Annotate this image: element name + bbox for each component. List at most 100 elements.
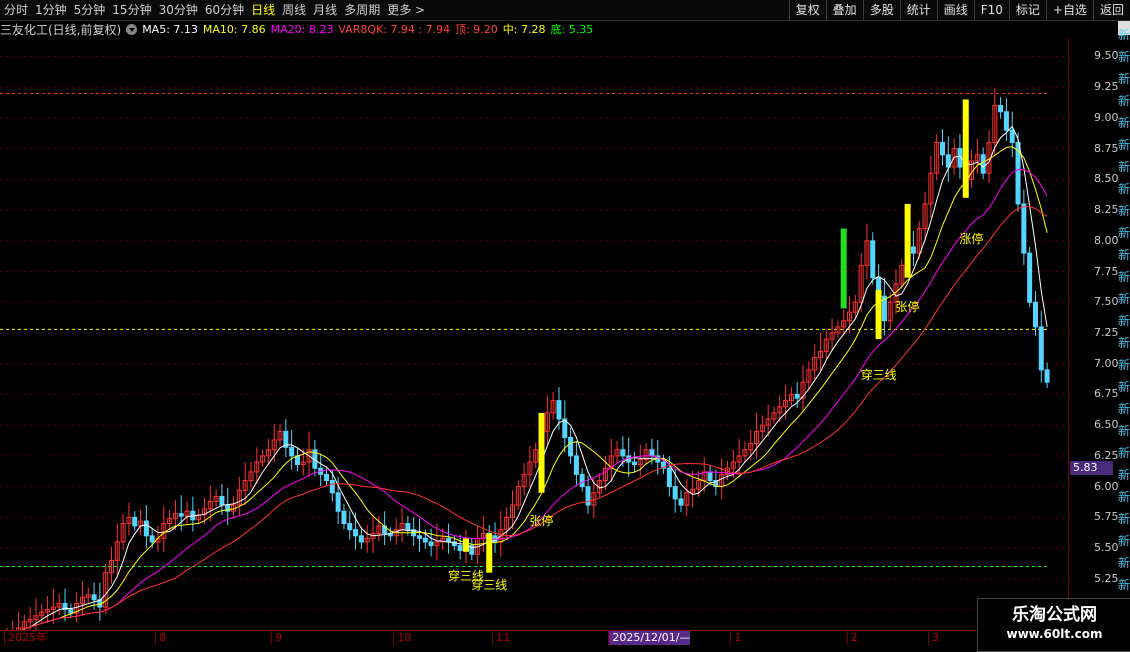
stock-title[interactable]: 三友化工(日线,前复权) [0,21,121,38]
candle-body [422,537,428,543]
candle-body [91,594,97,601]
candle-body [347,523,353,531]
candle-body [1038,326,1044,371]
candle-body [68,609,74,614]
candle-body [1003,111,1009,131]
candle-body [1027,252,1033,303]
tool-button[interactable]: 返回 [1092,0,1130,20]
signal-label: 穿三线 [471,577,508,592]
side-info-column: 新新新新新新新新新新新新新新新新新新新新新新新新新新 [1118,28,1130,592]
watermark-logo: 乐淘公式网 www.60lt.com [977,598,1130,652]
tool-button[interactable]: +自选 [1045,0,1093,20]
candle-body [568,436,574,457]
date-label: 8 [155,631,166,645]
signal-bar [486,533,493,573]
ma20-line [20,168,1048,630]
candle-body [1032,301,1038,328]
watermark-url: www.60lt.com [1006,627,1103,641]
indicator-header: 三友化工(日线,前复权) MA5: 7.13 MA10: 7.86 MA20: … [0,21,598,37]
price-tick-label: 5.75 [1094,510,1119,524]
period-tab[interactable]: 分时 [4,0,28,20]
var-value: VAR8QK: 7.94 : 7.94 [338,22,451,36]
candle-body [870,240,876,279]
candle-body [649,449,655,457]
tool-button[interactable]: 统计 [899,0,937,20]
price-tick-label: 5.50 [1094,541,1119,555]
date-label: 10 [393,631,411,645]
price-tick-label: 7.00 [1094,356,1119,370]
candle-body [556,400,562,420]
date-label: 2025年 [4,631,47,645]
candle-body [1044,369,1050,383]
period-tab[interactable]: 日线 [251,0,275,20]
candle-body [132,516,138,527]
kline-chart[interactable] [0,0,1068,630]
signal-bar [962,99,969,198]
candle-body [707,471,713,482]
ma10-line [20,146,1048,630]
signal-label: 穿三线 [860,367,897,382]
price-tick-label: 8.25 [1094,203,1119,217]
candle-body [672,486,678,500]
date-axis: 2025年 8 9 10 11 2025/12/01/— 1 2 3 [0,630,1068,645]
tool-button[interactable]: 画线 [936,0,974,20]
price-tick-label: 5.25 [1094,571,1119,585]
signal-bar [875,289,882,340]
candle-body [289,446,295,457]
period-tab[interactable]: 周线 [282,0,306,20]
candle-body [416,535,422,539]
tool-button[interactable]: 标记 [1008,0,1046,20]
candle-body [666,467,672,488]
date-label: 1 [730,631,741,645]
price-tick-label: 6.50 [1094,418,1119,432]
period-tab[interactable]: 更多 > [387,0,425,20]
price-tick-label: 7.25 [1094,326,1119,339]
tool-button[interactable]: 复权 [788,0,826,20]
period-tab[interactable]: 30分钟 [159,0,198,20]
price-tick-label: 8.00 [1094,233,1119,247]
tool-button[interactable]: F10 [973,0,1009,20]
period-tab[interactable]: 1分钟 [35,0,67,20]
candle-body [149,535,155,543]
candle-body [324,473,330,481]
tool-button[interactable]: 叠加 [825,0,863,20]
ma5-value: MA5: 7.13 [142,22,198,36]
signal-label: 张停 [895,299,920,314]
candle-body [457,545,463,552]
signal-label: 张停 [529,513,554,528]
dropdown-icon[interactable] [126,23,138,35]
period-tab[interactable]: 月线 [313,0,337,20]
candle-body [178,513,184,517]
candle-body [794,393,800,399]
candle-body [678,498,684,506]
date-label: 2025/12/01/— [608,631,691,645]
candle-body [1009,129,1015,143]
candle-body [358,535,364,543]
date-label: 3 [927,631,939,645]
candle-body [353,529,359,537]
price-tick-label: 9.25 [1094,80,1119,94]
price-tick-label: 7.50 [1094,295,1119,309]
candle-body [585,486,591,506]
candle-body [294,455,300,466]
price-tick-label: 6.00 [1094,479,1119,493]
period-tab[interactable]: 多周期 [344,0,380,20]
period-tab[interactable]: 15分钟 [112,0,151,20]
bottom-value: 底: 5.35 [550,23,594,36]
candle-body [219,495,225,506]
candle-body [335,492,341,512]
candle-body [910,246,916,254]
candle-body [573,455,579,475]
tool-button[interactable]: 多股 [862,0,900,20]
candle-body [428,541,434,547]
date-label: 11 [492,631,510,645]
tool-buttons: 复权 叠加 多股 统计 画线 F10 标记 +自选 返回 [788,0,1130,20]
candle-body [143,520,149,537]
signal-bar [904,203,911,278]
price-tick-label: 6.25 [1094,448,1119,462]
period-tab[interactable]: 60分钟 [205,0,244,20]
mid-value: 中: 7.28 [502,23,546,36]
candle-body [1021,203,1027,254]
period-tab[interactable]: 5分钟 [74,0,106,20]
candle-body [341,510,347,525]
